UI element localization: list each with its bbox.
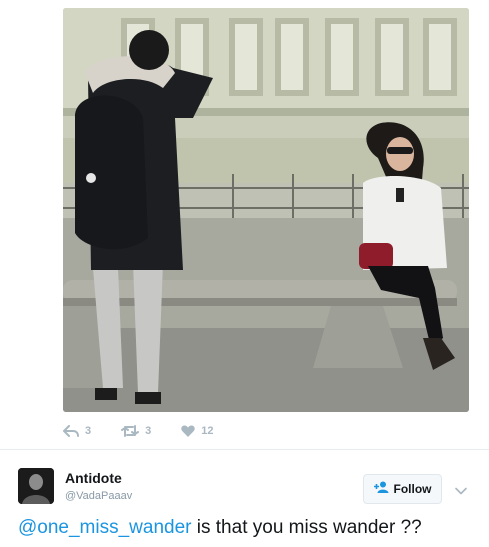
- follow-user-icon: [373, 480, 390, 498]
- author-handle[interactable]: @VadaPaaav: [65, 490, 132, 502]
- tweet-photo[interactable]: [63, 8, 469, 412]
- chevron-down-icon[interactable]: [455, 482, 467, 499]
- retweet-count: 3: [145, 425, 152, 437]
- follow-label: Follow: [393, 482, 432, 496]
- follow-button[interactable]: Follow: [363, 474, 442, 504]
- heart-icon[interactable]: [181, 425, 195, 437]
- tweet-actions: 3 3 12: [63, 422, 244, 440]
- avatar[interactable]: [18, 468, 54, 504]
- author-name[interactable]: Antidote: [65, 470, 122, 486]
- tweet-body: is that you miss wander ??: [191, 517, 422, 538]
- reply-icon[interactable]: [63, 425, 79, 437]
- like-count: 12: [201, 425, 214, 437]
- divider: [0, 449, 489, 450]
- more-options-button[interactable]: [455, 482, 467, 500]
- tweet-text: @one_miss_wander is that you miss wander…: [18, 517, 422, 539]
- like-action[interactable]: 12: [181, 425, 214, 437]
- reply-count: 3: [85, 425, 92, 437]
- mention-link[interactable]: @one_miss_wander: [18, 517, 192, 538]
- retweet-action[interactable]: 3: [121, 425, 151, 437]
- retweet-icon[interactable]: [121, 425, 140, 437]
- reply-action[interactable]: 3: [63, 425, 91, 437]
